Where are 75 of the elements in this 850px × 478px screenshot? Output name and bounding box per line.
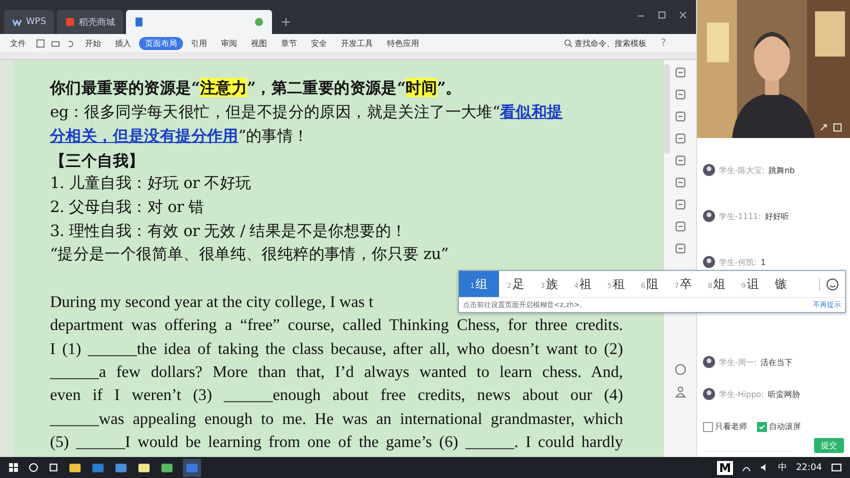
- avatar: [703, 356, 715, 368]
- clock: 22:04: [796, 462, 822, 472]
- ribbon-tab[interactable]: 开始: [79, 36, 107, 50]
- text-line: 1. 儿童自我：好玩 or 不好玩: [50, 173, 252, 194]
- pin-icon[interactable]: [819, 123, 828, 132]
- ribbon-tab[interactable]: 插入: [109, 36, 137, 50]
- text-line: During my second year at the city college, I was t: [50, 290, 374, 313]
- checkbox[interactable]: 自动滚屏: [757, 421, 801, 432]
- chat-message: 好好听: [764, 210, 789, 222]
- avatar: [703, 388, 715, 400]
- text-line: (5) ______I would be learning from one of the game’s (6) ______. I could hardly: [50, 431, 623, 454]
- smiley-icon[interactable]: [819, 278, 839, 290]
- ribbon-tab[interactable]: 章节: [275, 36, 303, 50]
- ribbon-tab[interactable]: 引用: [185, 36, 213, 50]
- close-icon[interactable]: [678, 10, 688, 20]
- help-icon[interactable]: [674, 363, 686, 376]
- link[interactable]: 分相关，但是没有提分作用: [50, 126, 238, 146]
- avatar: [703, 210, 715, 222]
- scrollbar[interactable]: [664, 64, 670, 154]
- logo-icon: [12, 17, 22, 27]
- sender-name: 学生-陈大宝:: [719, 164, 765, 176]
- ribbon-tab[interactable]: 审阅: [215, 36, 243, 50]
- task-view-icon[interactable]: [48, 462, 59, 473]
- text-line: 2. 父母自我：对 or 错: [50, 196, 206, 218]
- sender-name: 学生-何凯:: [719, 256, 757, 268]
- text-line: ______was appealing enough to me. He was an international grandmaster, which: [50, 408, 623, 430]
- candidate[interactable]: 镞: [766, 271, 795, 297]
- add-tab-icon[interactable]: [281, 17, 292, 27]
- search-field[interactable]: 查找命令、搜索模板: [562, 38, 653, 48]
- start-icon[interactable]: [8, 462, 19, 473]
- sender-name: 学生-周一:: [719, 356, 757, 368]
- app-letter[interactable]: M: [717, 460, 734, 474]
- ribbon-tab[interactable]: 特色应用: [381, 36, 425, 50]
- undo-icon[interactable]: [66, 38, 75, 48]
- text-line: eg：很多同学每天很忙，但是不提分的原因，就是关注了一大堆“看似和提: [50, 100, 564, 123]
- checkbox[interactable]: 只看老师: [703, 421, 747, 432]
- app-tab[interactable]: [126, 10, 272, 34]
- chat-message: 听蛮网胁: [768, 388, 800, 400]
- checkbox-label: 自动滚屏: [769, 421, 801, 432]
- user-icon[interactable]: [674, 385, 686, 398]
- chat-message: 活在当下: [760, 356, 793, 368]
- app-tab[interactable]: 稻壳商城: [57, 10, 124, 34]
- chat-message: 1: [760, 258, 766, 266]
- ribbon-tab[interactable]: 开发工具: [335, 36, 379, 50]
- ribbon-tab[interactable]: 视图: [245, 36, 273, 50]
- ribbon-tab[interactable]: 页面布局: [139, 36, 183, 50]
- avatar: [703, 256, 715, 268]
- file-menu[interactable]: 文件: [4, 36, 32, 50]
- text-line: 分相关，但是没有提分作用”的事情！: [50, 125, 310, 148]
- input-method[interactable]: 中: [778, 461, 788, 474]
- text-line: ______a few dollars? More than that, I’d always wanted to learn chess. And,: [50, 360, 623, 383]
- maximize-icon[interactable]: [657, 10, 667, 20]
- text-line: “提分是一个很简单、很单纯、很纯粹的事情，你只要 zu”: [50, 244, 450, 266]
- ribbon-tab[interactable]: 安全: [305, 36, 333, 50]
- search-icon[interactable]: [28, 462, 39, 473]
- checkbox-box[interactable]: [703, 422, 713, 432]
- checkbox-box[interactable]: [757, 422, 767, 432]
- app-tab[interactable]: WPS: [4, 10, 54, 34]
- search-icon: [564, 38, 573, 48]
- text-line: I (1) ______the idea of taking the class because, after all, who doesn’t want to (2): [50, 338, 623, 360]
- text-line: 你们最重要的资源是“注意力”，第二重要的资源是“时间”。: [50, 77, 462, 99]
- sender-name: 学生-Hippo:: [719, 388, 764, 400]
- sender-name: 学生-1111:: [719, 210, 761, 222]
- link[interactable]: 看似和提: [500, 102, 563, 121]
- chat-message: 跳舞nb: [768, 164, 795, 176]
- fullscreen-icon[interactable]: [833, 123, 842, 132]
- avatar: [703, 164, 715, 176]
- text-line: 3. 理性自我：有效 or 无效 / 结果是不是你想要的！: [50, 220, 408, 242]
- text-line: even if I weren’t (3) ______enough about free credits, news about our (4): [50, 384, 623, 406]
- status-icon: [254, 17, 264, 27]
- text-line: department was offering a “free” course, called Thinking Chess, for three credits.: [50, 314, 623, 336]
- text-line: 【三个自我】: [50, 150, 146, 172]
- store-icon: [65, 17, 76, 27]
- checkbox-label: 只看老师: [715, 421, 747, 432]
- document-icon: [134, 17, 144, 27]
